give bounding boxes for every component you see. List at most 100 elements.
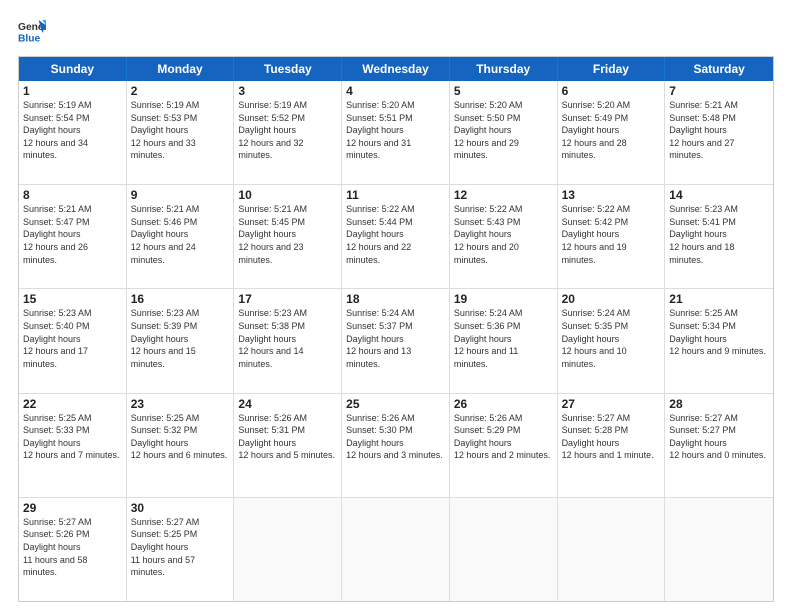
calendar: SundayMondayTuesdayWednesdayThursdayFrid…	[18, 56, 774, 602]
empty-cell	[450, 498, 558, 601]
day-info: Sunrise: 5:24 AMSunset: 5:35 PMDaylight …	[562, 307, 661, 370]
week-row-3: 15Sunrise: 5:23 AMSunset: 5:40 PMDayligh…	[19, 289, 773, 393]
header-cell-thursday: Thursday	[450, 57, 558, 81]
day-cell-20: 20Sunrise: 5:24 AMSunset: 5:35 PMDayligh…	[558, 289, 666, 392]
day-cell-19: 19Sunrise: 5:24 AMSunset: 5:36 PMDayligh…	[450, 289, 558, 392]
day-info: Sunrise: 5:27 AMSunset: 5:26 PMDaylight …	[23, 516, 122, 579]
day-cell-29: 29Sunrise: 5:27 AMSunset: 5:26 PMDayligh…	[19, 498, 127, 601]
day-info: Sunrise: 5:27 AMSunset: 5:28 PMDaylight …	[562, 412, 661, 462]
day-number: 11	[346, 188, 445, 202]
day-info: Sunrise: 5:24 AMSunset: 5:36 PMDaylight …	[454, 307, 553, 370]
day-cell-3: 3Sunrise: 5:19 AMSunset: 5:52 PMDaylight…	[234, 81, 342, 184]
day-cell-12: 12Sunrise: 5:22 AMSunset: 5:43 PMDayligh…	[450, 185, 558, 288]
day-number: 1	[23, 84, 122, 98]
day-info: Sunrise: 5:21 AMSunset: 5:48 PMDaylight …	[669, 99, 769, 162]
empty-cell	[342, 498, 450, 601]
day-number: 30	[131, 501, 230, 515]
day-number: 5	[454, 84, 553, 98]
day-info: Sunrise: 5:22 AMSunset: 5:43 PMDaylight …	[454, 203, 553, 266]
day-cell-7: 7Sunrise: 5:21 AMSunset: 5:48 PMDaylight…	[665, 81, 773, 184]
day-cell-13: 13Sunrise: 5:22 AMSunset: 5:42 PMDayligh…	[558, 185, 666, 288]
header-cell-friday: Friday	[558, 57, 666, 81]
day-cell-26: 26Sunrise: 5:26 AMSunset: 5:29 PMDayligh…	[450, 394, 558, 497]
day-number: 20	[562, 292, 661, 306]
day-number: 22	[23, 397, 122, 411]
day-number: 18	[346, 292, 445, 306]
day-cell-25: 25Sunrise: 5:26 AMSunset: 5:30 PMDayligh…	[342, 394, 450, 497]
day-cell-27: 27Sunrise: 5:27 AMSunset: 5:28 PMDayligh…	[558, 394, 666, 497]
day-number: 27	[562, 397, 661, 411]
header-cell-tuesday: Tuesday	[234, 57, 342, 81]
day-number: 7	[669, 84, 769, 98]
day-info: Sunrise: 5:27 AMSunset: 5:25 PMDaylight …	[131, 516, 230, 579]
day-cell-28: 28Sunrise: 5:27 AMSunset: 5:27 PMDayligh…	[665, 394, 773, 497]
day-number: 9	[131, 188, 230, 202]
empty-cell	[234, 498, 342, 601]
day-info: Sunrise: 5:20 AMSunset: 5:50 PMDaylight …	[454, 99, 553, 162]
day-number: 21	[669, 292, 769, 306]
day-cell-16: 16Sunrise: 5:23 AMSunset: 5:39 PMDayligh…	[127, 289, 235, 392]
day-cell-2: 2Sunrise: 5:19 AMSunset: 5:53 PMDaylight…	[127, 81, 235, 184]
day-cell-1: 1Sunrise: 5:19 AMSunset: 5:54 PMDaylight…	[19, 81, 127, 184]
header-cell-monday: Monday	[127, 57, 235, 81]
day-info: Sunrise: 5:27 AMSunset: 5:27 PMDaylight …	[669, 412, 769, 462]
svg-text:Blue: Blue	[18, 33, 41, 44]
day-info: Sunrise: 5:23 AMSunset: 5:38 PMDaylight …	[238, 307, 337, 370]
empty-cell	[665, 498, 773, 601]
day-cell-9: 9Sunrise: 5:21 AMSunset: 5:46 PMDaylight…	[127, 185, 235, 288]
day-info: Sunrise: 5:21 AMSunset: 5:45 PMDaylight …	[238, 203, 337, 266]
day-number: 6	[562, 84, 661, 98]
day-cell-18: 18Sunrise: 5:24 AMSunset: 5:37 PMDayligh…	[342, 289, 450, 392]
week-row-2: 8Sunrise: 5:21 AMSunset: 5:47 PMDaylight…	[19, 185, 773, 289]
day-info: Sunrise: 5:21 AMSunset: 5:47 PMDaylight …	[23, 203, 122, 266]
day-number: 24	[238, 397, 337, 411]
week-row-4: 22Sunrise: 5:25 AMSunset: 5:33 PMDayligh…	[19, 394, 773, 498]
day-cell-4: 4Sunrise: 5:20 AMSunset: 5:51 PMDaylight…	[342, 81, 450, 184]
day-number: 14	[669, 188, 769, 202]
day-info: Sunrise: 5:19 AMSunset: 5:52 PMDaylight …	[238, 99, 337, 162]
day-cell-10: 10Sunrise: 5:21 AMSunset: 5:45 PMDayligh…	[234, 185, 342, 288]
logo: General Blue	[18, 18, 46, 46]
day-number: 29	[23, 501, 122, 515]
day-number: 10	[238, 188, 337, 202]
day-cell-23: 23Sunrise: 5:25 AMSunset: 5:32 PMDayligh…	[127, 394, 235, 497]
day-cell-21: 21Sunrise: 5:25 AMSunset: 5:34 PMDayligh…	[665, 289, 773, 392]
week-row-1: 1Sunrise: 5:19 AMSunset: 5:54 PMDaylight…	[19, 81, 773, 185]
day-info: Sunrise: 5:25 AMSunset: 5:33 PMDaylight …	[23, 412, 122, 462]
day-info: Sunrise: 5:19 AMSunset: 5:54 PMDaylight …	[23, 99, 122, 162]
day-number: 19	[454, 292, 553, 306]
day-info: Sunrise: 5:26 AMSunset: 5:29 PMDaylight …	[454, 412, 553, 462]
week-row-5: 29Sunrise: 5:27 AMSunset: 5:26 PMDayligh…	[19, 498, 773, 601]
day-cell-11: 11Sunrise: 5:22 AMSunset: 5:44 PMDayligh…	[342, 185, 450, 288]
day-number: 3	[238, 84, 337, 98]
day-number: 28	[669, 397, 769, 411]
header-cell-saturday: Saturday	[665, 57, 773, 81]
day-info: Sunrise: 5:22 AMSunset: 5:44 PMDaylight …	[346, 203, 445, 266]
day-number: 16	[131, 292, 230, 306]
day-info: Sunrise: 5:26 AMSunset: 5:31 PMDaylight …	[238, 412, 337, 462]
calendar-body: 1Sunrise: 5:19 AMSunset: 5:54 PMDaylight…	[19, 81, 773, 601]
day-number: 12	[454, 188, 553, 202]
day-info: Sunrise: 5:20 AMSunset: 5:51 PMDaylight …	[346, 99, 445, 162]
day-cell-22: 22Sunrise: 5:25 AMSunset: 5:33 PMDayligh…	[19, 394, 127, 497]
day-cell-5: 5Sunrise: 5:20 AMSunset: 5:50 PMDaylight…	[450, 81, 558, 184]
day-cell-6: 6Sunrise: 5:20 AMSunset: 5:49 PMDaylight…	[558, 81, 666, 184]
day-info: Sunrise: 5:23 AMSunset: 5:40 PMDaylight …	[23, 307, 122, 370]
day-cell-8: 8Sunrise: 5:21 AMSunset: 5:47 PMDaylight…	[19, 185, 127, 288]
header-cell-sunday: Sunday	[19, 57, 127, 81]
day-info: Sunrise: 5:25 AMSunset: 5:34 PMDaylight …	[669, 307, 769, 357]
day-cell-15: 15Sunrise: 5:23 AMSunset: 5:40 PMDayligh…	[19, 289, 127, 392]
day-cell-14: 14Sunrise: 5:23 AMSunset: 5:41 PMDayligh…	[665, 185, 773, 288]
day-cell-17: 17Sunrise: 5:23 AMSunset: 5:38 PMDayligh…	[234, 289, 342, 392]
day-info: Sunrise: 5:19 AMSunset: 5:53 PMDaylight …	[131, 99, 230, 162]
day-number: 4	[346, 84, 445, 98]
day-info: Sunrise: 5:23 AMSunset: 5:39 PMDaylight …	[131, 307, 230, 370]
day-number: 2	[131, 84, 230, 98]
day-info: Sunrise: 5:20 AMSunset: 5:49 PMDaylight …	[562, 99, 661, 162]
day-info: Sunrise: 5:26 AMSunset: 5:30 PMDaylight …	[346, 412, 445, 462]
day-number: 15	[23, 292, 122, 306]
day-info: Sunrise: 5:24 AMSunset: 5:37 PMDaylight …	[346, 307, 445, 370]
day-info: Sunrise: 5:23 AMSunset: 5:41 PMDaylight …	[669, 203, 769, 266]
empty-cell	[558, 498, 666, 601]
day-number: 25	[346, 397, 445, 411]
